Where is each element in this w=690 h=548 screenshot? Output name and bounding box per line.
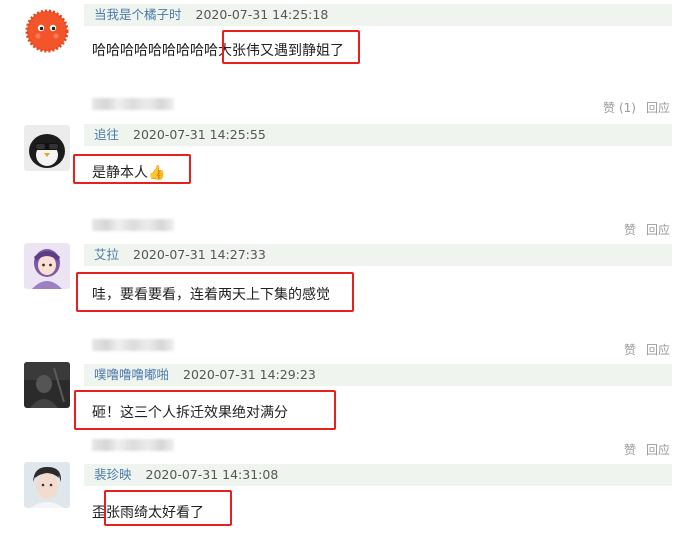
timestamp: 2020-07-31 14:31:08	[145, 467, 279, 482]
avatar[interactable]	[24, 462, 70, 508]
username-link[interactable]: 裴珍映	[94, 467, 132, 482]
young-man-avatar	[24, 462, 70, 508]
highlight-box	[104, 490, 232, 526]
comment-item: 裴珍映 2020-07-31 14:31:08 歪张雨绮太好看了	[0, 0, 690, 548]
comment-header: 裴珍映 2020-07-31 14:31:08	[84, 464, 672, 486]
